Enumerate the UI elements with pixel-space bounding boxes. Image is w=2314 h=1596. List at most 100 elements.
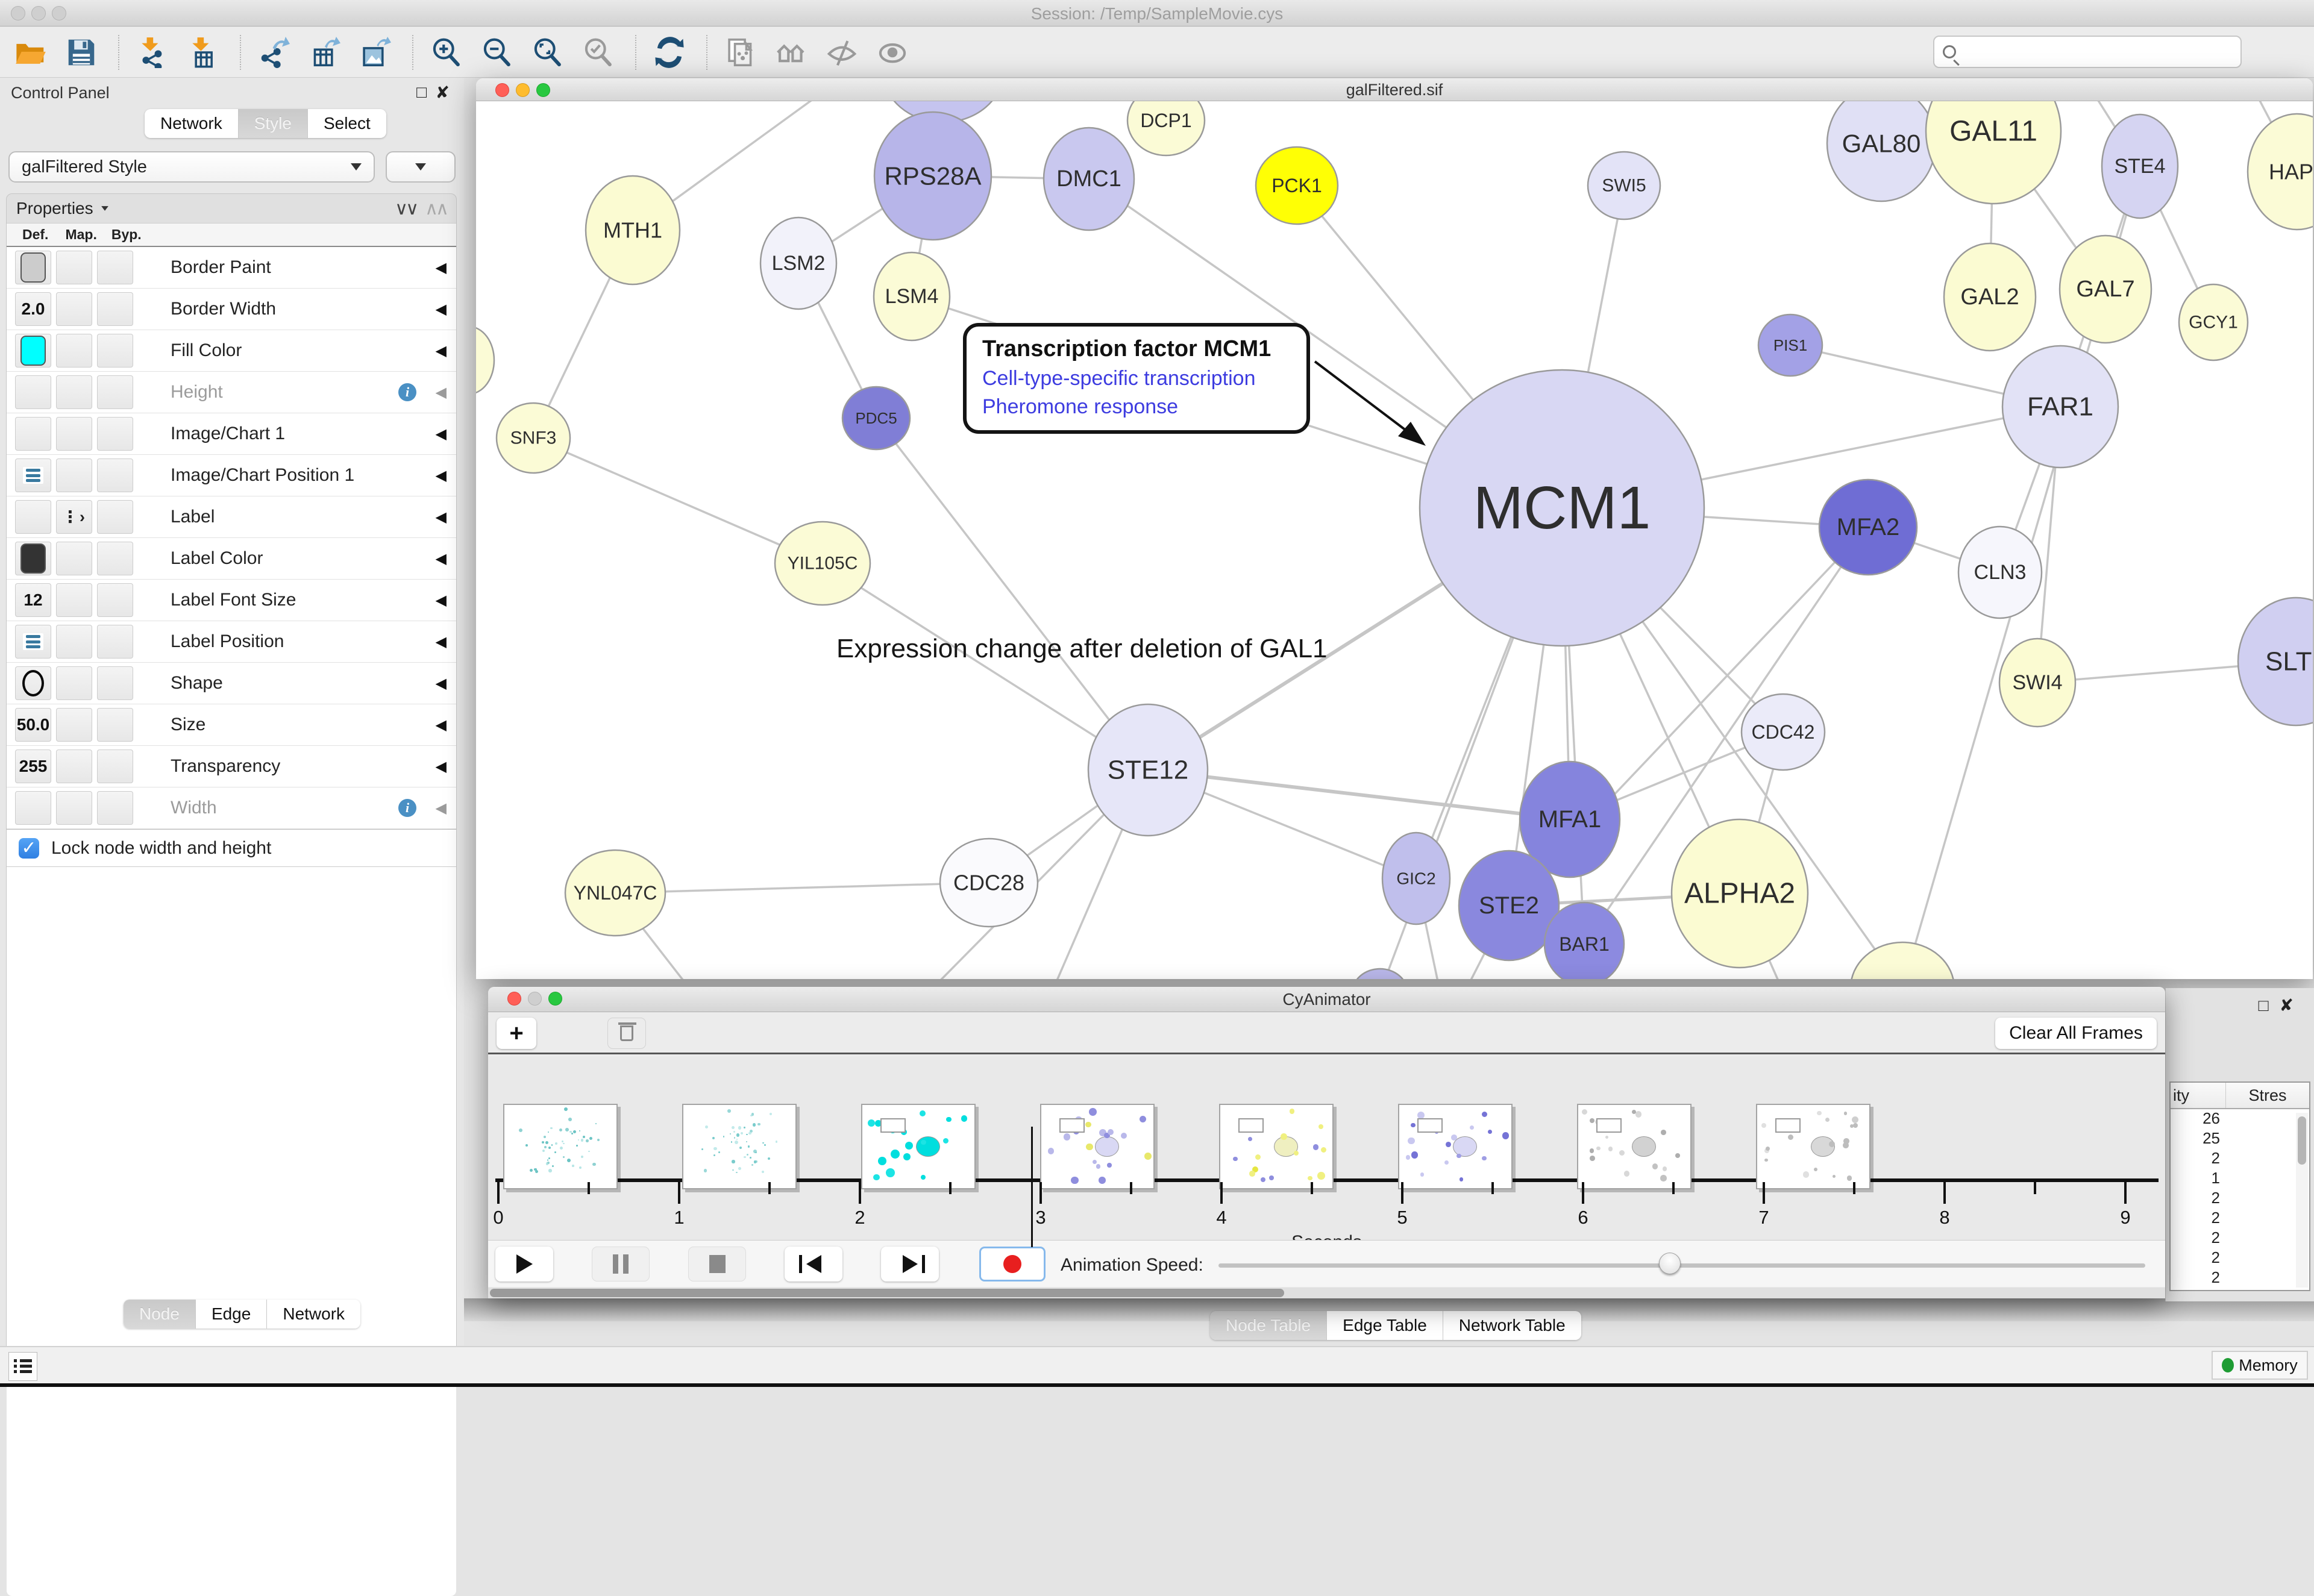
network-node[interactable]: GAL2	[1944, 243, 2036, 351]
info-icon[interactable]: i	[398, 383, 416, 401]
record-button[interactable]	[979, 1247, 1046, 1281]
network-node[interactable]	[1352, 969, 1408, 979]
tab-node[interactable]: Node	[124, 1300, 196, 1328]
timeline-scrollbar[interactable]	[488, 1288, 2165, 1298]
property-row[interactable]: Shape◀	[7, 663, 456, 704]
network-node[interactable]: SLT2	[2238, 598, 2313, 725]
network-node[interactable]: MCM1	[1420, 370, 1704, 646]
results-row[interactable]: 26	[2171, 1109, 2309, 1129]
network-node[interactable]: YIL105C	[775, 522, 870, 605]
copy-network-button[interactable]	[723, 35, 758, 70]
results-scrollbar[interactable]	[2296, 1113, 2308, 1288]
property-row[interactable]: Border Paint◀	[7, 247, 456, 289]
network-node[interactable]: RPS28A	[874, 112, 991, 240]
stop-button[interactable]	[688, 1247, 746, 1281]
network-node[interactable]: DCP1	[1127, 101, 1205, 155]
expand-row-icon[interactable]: ◀	[436, 509, 447, 526]
properties-header[interactable]: Properties	[16, 199, 93, 218]
network-node[interactable]: YNL047C	[565, 850, 665, 936]
property-row[interactable]: Widthi◀	[7, 787, 456, 829]
speed-slider-track[interactable]	[1218, 1263, 2145, 1268]
show-button[interactable]	[875, 35, 910, 70]
network-node[interactable]: SWI4	[1999, 639, 2075, 727]
style-selector[interactable]: galFiltered Style	[8, 151, 375, 183]
network-window-titlebar[interactable]: galFiltered.sif	[476, 78, 2313, 101]
zoom-fit-button[interactable]	[530, 35, 565, 70]
expand-row-icon[interactable]: ◀	[436, 384, 447, 401]
network-node[interactable]: FAR1	[2002, 346, 2118, 468]
tab-style[interactable]: Style	[239, 109, 308, 138]
export-image-button[interactable]	[358, 35, 393, 70]
tab-edge[interactable]: Edge	[196, 1300, 267, 1328]
expand-row-icon[interactable]: ◀	[436, 301, 447, 318]
frame-thumbnail[interactable]	[1040, 1104, 1155, 1189]
expand-row-icon[interactable]: ◀	[436, 800, 447, 817]
network-node[interactable]: STE12	[1088, 704, 1208, 836]
import-network-button[interactable]	[135, 35, 170, 70]
annotation-link[interactable]: Pheromone response	[982, 395, 1291, 419]
tab-select[interactable]: Select	[308, 109, 386, 138]
network-node[interactable]	[476, 327, 494, 394]
network-node[interactable]: MFA2	[1819, 480, 1917, 575]
hide-button[interactable]	[824, 35, 859, 70]
import-table-button[interactable]	[186, 35, 221, 70]
network-node[interactable]: GAL7	[2060, 236, 2151, 343]
close-panel-icon[interactable]: ✘	[436, 83, 450, 102]
property-row[interactable]: 255Transparency◀	[7, 746, 456, 787]
playhead[interactable]	[1031, 1127, 1033, 1247]
property-row[interactable]: ⋮›Label◀	[7, 496, 456, 538]
cyanimator-titlebar[interactable]: CyAnimator	[488, 987, 2165, 1012]
apply-style-button[interactable]	[652, 35, 687, 70]
home-networks-button[interactable]	[774, 35, 809, 70]
network-node[interactable]: GIC2	[1382, 833, 1450, 924]
network-node[interactable]: CDC42	[1742, 694, 1825, 770]
expand-row-icon[interactable]: ◀	[436, 259, 447, 277]
network-node[interactable]: HAP2	[2248, 114, 2313, 230]
lock-size-checkbox[interactable]: ✓	[19, 838, 39, 859]
expand-all-icon[interactable]: ∨∨	[395, 198, 416, 219]
network-node[interactable]: MTH1	[586, 176, 680, 284]
zoom-selected-button[interactable]	[581, 35, 616, 70]
style-options-button[interactable]	[386, 151, 456, 183]
frame-thumbnail[interactable]	[1756, 1104, 1870, 1189]
results-panel-window-icons[interactable]: □✘	[2259, 995, 2304, 1015]
zoom-out-button[interactable]	[480, 35, 515, 70]
expand-row-icon[interactable]: ◀	[436, 758, 447, 775]
skip-to-end-button[interactable]	[881, 1247, 939, 1281]
tab-network-table[interactable]: Network Table	[1443, 1311, 1581, 1340]
expand-row-icon[interactable]: ◀	[436, 342, 447, 360]
open-session-button[interactable]	[13, 35, 48, 70]
zoom-in-button[interactable]	[429, 35, 464, 70]
info-icon[interactable]: i	[398, 799, 416, 817]
network-node[interactable]: PCK1	[1256, 147, 1338, 224]
results-row[interactable]: 25	[2171, 1129, 2309, 1149]
network-node[interactable]: DMC1	[1044, 128, 1134, 230]
frame-thumbnail[interactable]	[1577, 1104, 1692, 1189]
results-row[interactable]: 2	[2171, 1228, 2309, 1248]
property-row[interactable]: Label Position◀	[7, 621, 456, 663]
results-column-stress[interactable]: Stres	[2226, 1086, 2309, 1105]
frame-thumbnail[interactable]	[1398, 1104, 1513, 1189]
frame-thumbnail[interactable]	[1219, 1104, 1334, 1189]
pause-button[interactable]	[592, 1247, 650, 1281]
property-row[interactable]: 12Label Font Size◀	[7, 580, 456, 621]
results-row[interactable]: 1	[2171, 1169, 2309, 1189]
search-box[interactable]	[1933, 36, 2242, 68]
collapse-all-icon[interactable]: ∧∧	[425, 198, 447, 219]
network-node[interactable]: STE4	[2102, 114, 2178, 218]
export-network-button[interactable]	[257, 35, 292, 70]
tab-network[interactable]: Network	[267, 1300, 360, 1328]
results-row[interactable]: 2	[2171, 1189, 2309, 1209]
property-row[interactable]: 2.0Border Width◀	[7, 289, 456, 330]
speed-slider-thumb[interactable]	[1659, 1253, 1681, 1274]
expand-row-icon[interactable]: ◀	[436, 550, 447, 568]
network-node[interactable]: SWI5	[1588, 152, 1660, 219]
expand-row-icon[interactable]: ◀	[436, 425, 447, 443]
clear-all-frames-button[interactable]: Clear All Frames	[1995, 1018, 2157, 1049]
property-row[interactable]: Image/Chart Position 1◀	[7, 455, 456, 496]
expand-row-icon[interactable]: ◀	[436, 467, 447, 484]
export-table-button[interactable]	[307, 35, 342, 70]
property-row[interactable]: Label Color◀	[7, 538, 456, 580]
network-node[interactable]: GAL80	[1827, 101, 1936, 201]
expand-row-icon[interactable]: ◀	[436, 633, 447, 651]
